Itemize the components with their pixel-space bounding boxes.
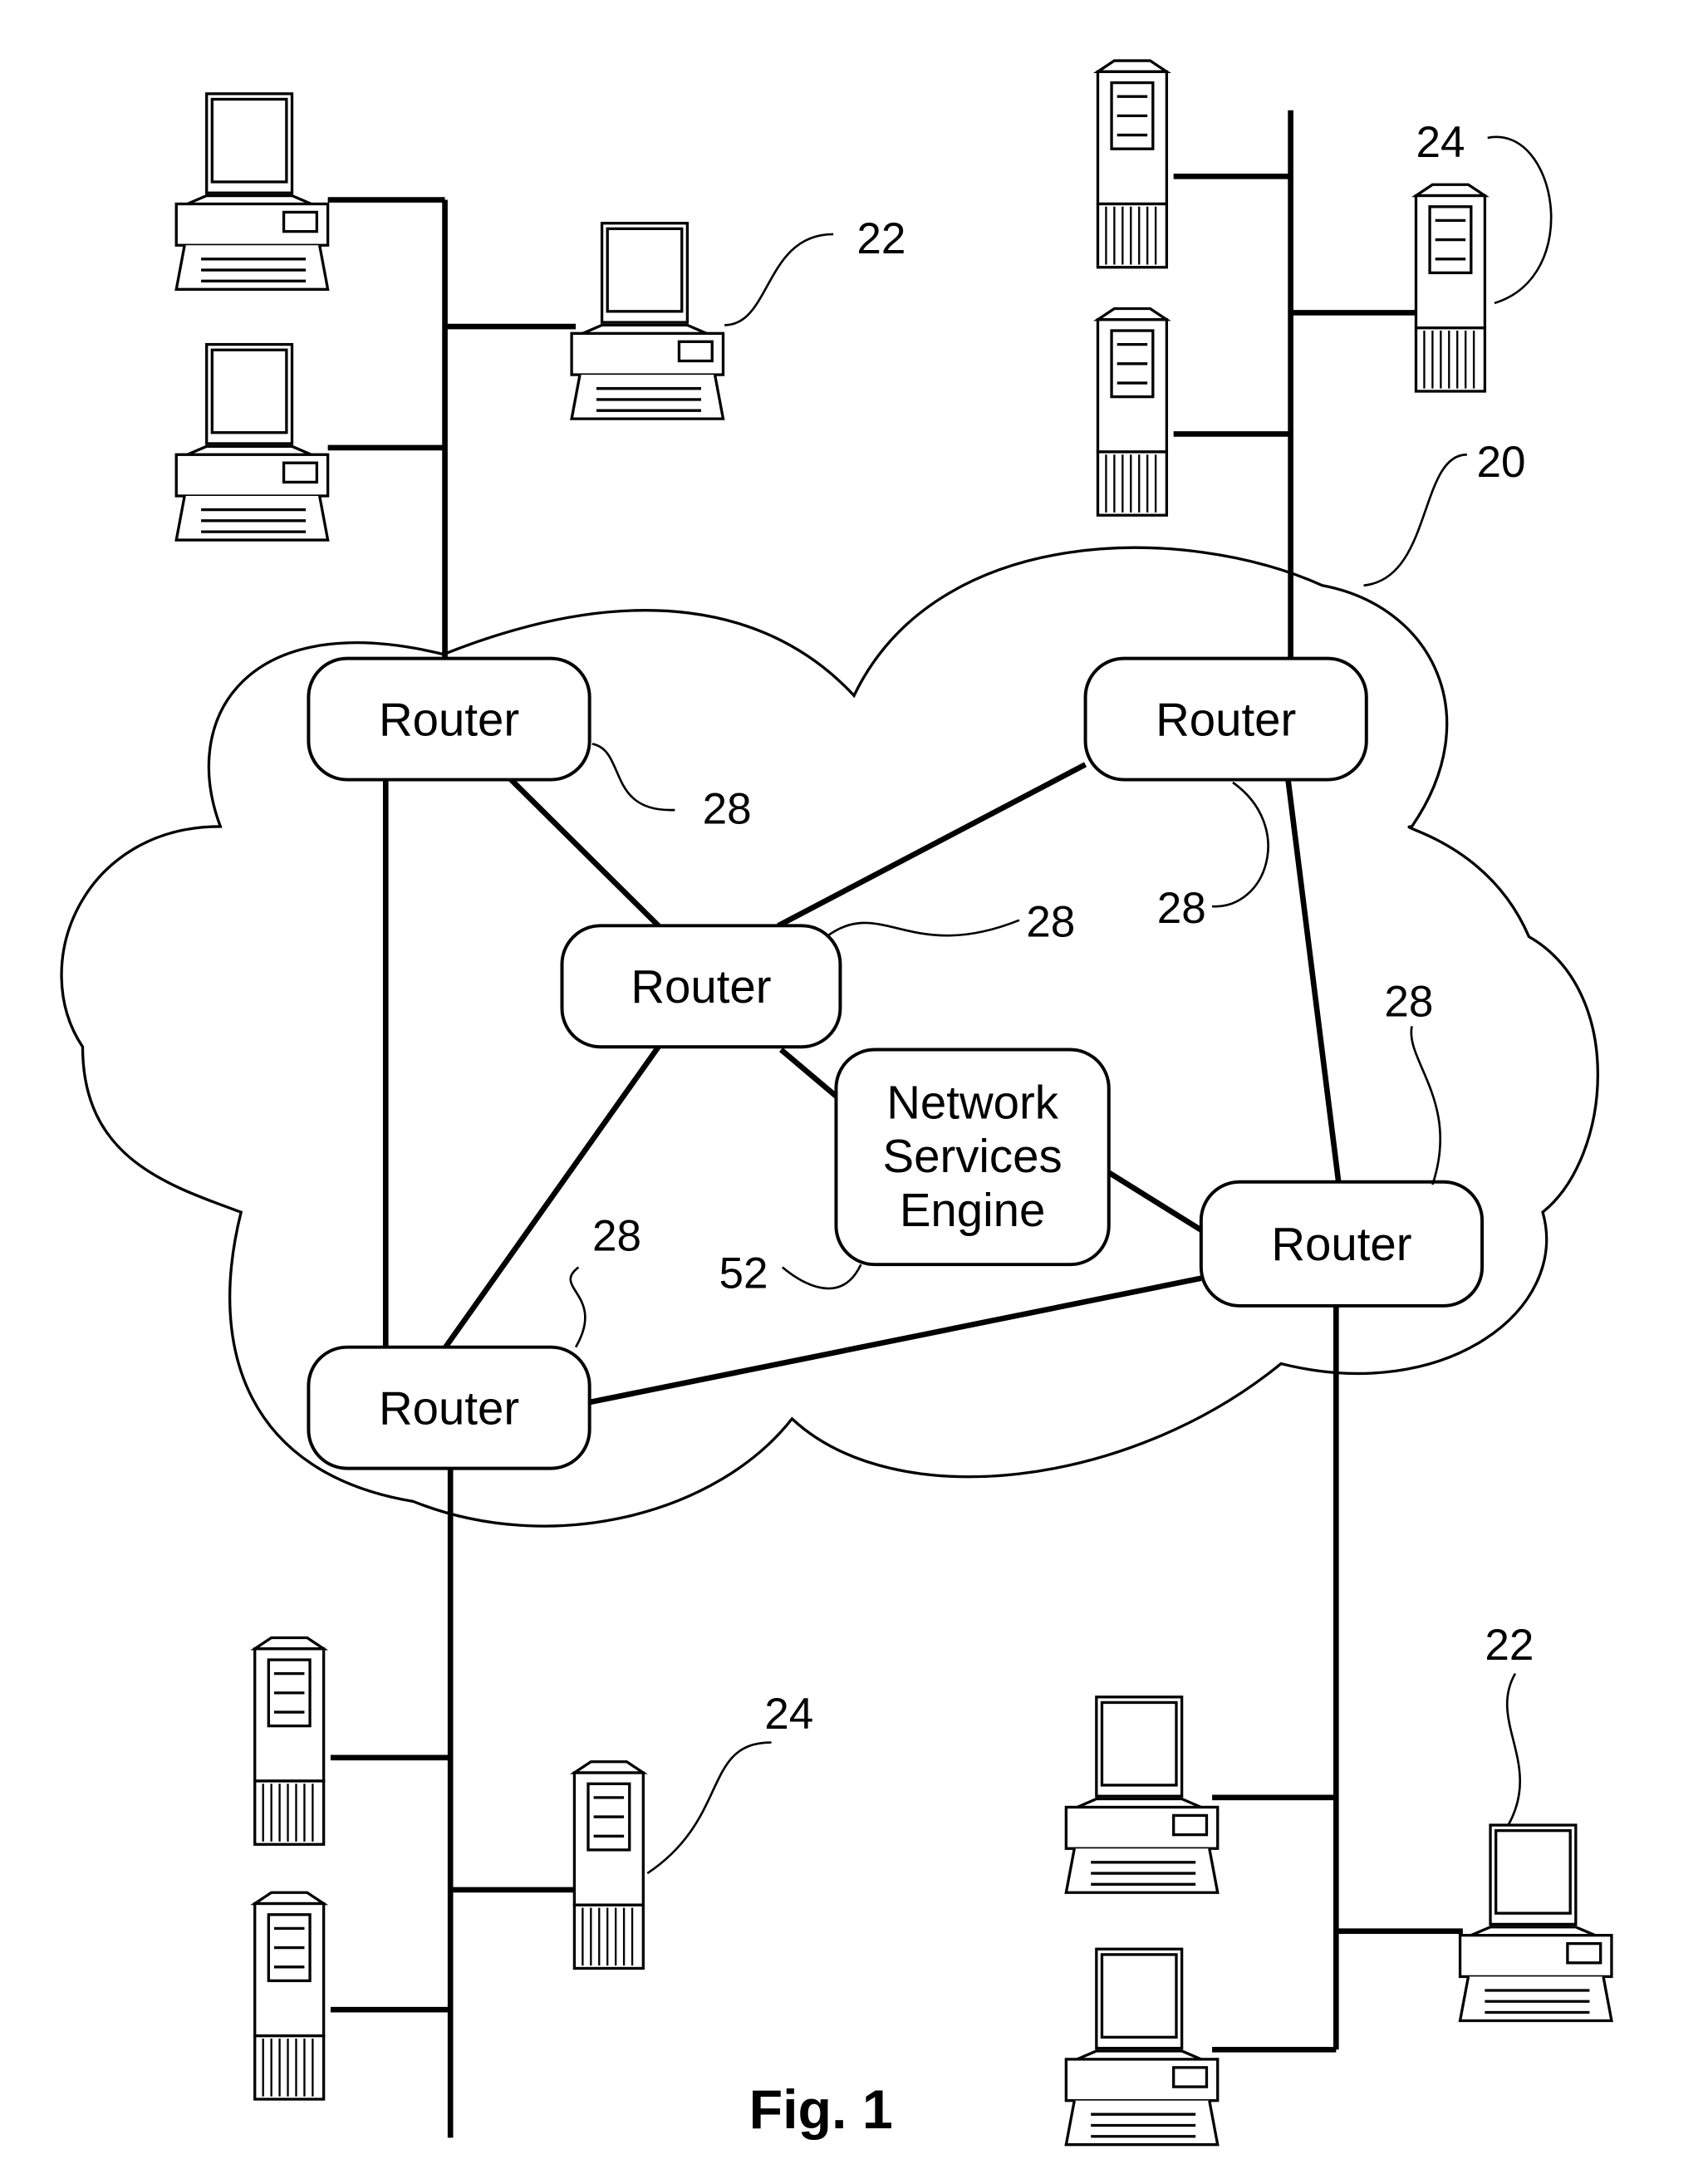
server: [1096, 307, 1169, 517]
ref-28: 28: [1384, 978, 1433, 1027]
network-services-engine: Network Services Engine: [834, 1048, 1111, 1267]
server: [1096, 59, 1169, 269]
router-label: Router: [1271, 1218, 1411, 1270]
lan-bus-top-left: [327, 197, 577, 659]
router-label: Router: [1156, 693, 1296, 745]
router-top-right: Router: [1083, 656, 1368, 782]
lan-bus-bottom-left: [330, 1466, 577, 2138]
engine-label-line2: Services: [883, 1130, 1063, 1182]
server: [253, 1636, 326, 1846]
lan-bus-bottom-right: [1212, 1301, 1463, 2053]
client-computer: [570, 222, 725, 420]
network-diagram: Router Router Router Router Router Netwo…: [60, 59, 1613, 2147]
figure-caption: Fig. 1: [749, 2079, 893, 2141]
ref-24-top: 24: [1416, 118, 1465, 167]
router-label: Router: [379, 1382, 519, 1435]
client-computer: [1064, 1695, 1220, 1894]
client-computer: [1458, 1823, 1613, 2023]
server: [572, 1760, 645, 1970]
router-right: Router: [1199, 1180, 1485, 1308]
router-bottom-left: Router: [307, 1345, 591, 1470]
ref-24-bottom: 24: [764, 1690, 813, 1739]
router-center: Router: [560, 924, 842, 1049]
ref-28: 28: [703, 785, 752, 834]
client-computer: [1064, 1947, 1220, 2147]
ref-22-bottom: 22: [1485, 1621, 1534, 1670]
engine-label-line3: Engine: [900, 1184, 1046, 1236]
router-label: Router: [631, 960, 771, 1013]
ref-28: 28: [1157, 884, 1206, 933]
ref-52: 52: [719, 1249, 768, 1298]
ref-28: 28: [592, 1212, 641, 1261]
server: [1414, 183, 1487, 393]
engine-label-line1: Network: [886, 1076, 1059, 1128]
client-computer: [174, 92, 330, 291]
client-computer: [174, 342, 330, 542]
server: [253, 1891, 326, 2101]
ref-22-top: 22: [856, 214, 906, 263]
router-top-left: Router: [307, 656, 591, 782]
router-label: Router: [379, 693, 519, 745]
ref-20-network: 20: [1476, 438, 1525, 487]
ref-28: 28: [1026, 898, 1075, 947]
